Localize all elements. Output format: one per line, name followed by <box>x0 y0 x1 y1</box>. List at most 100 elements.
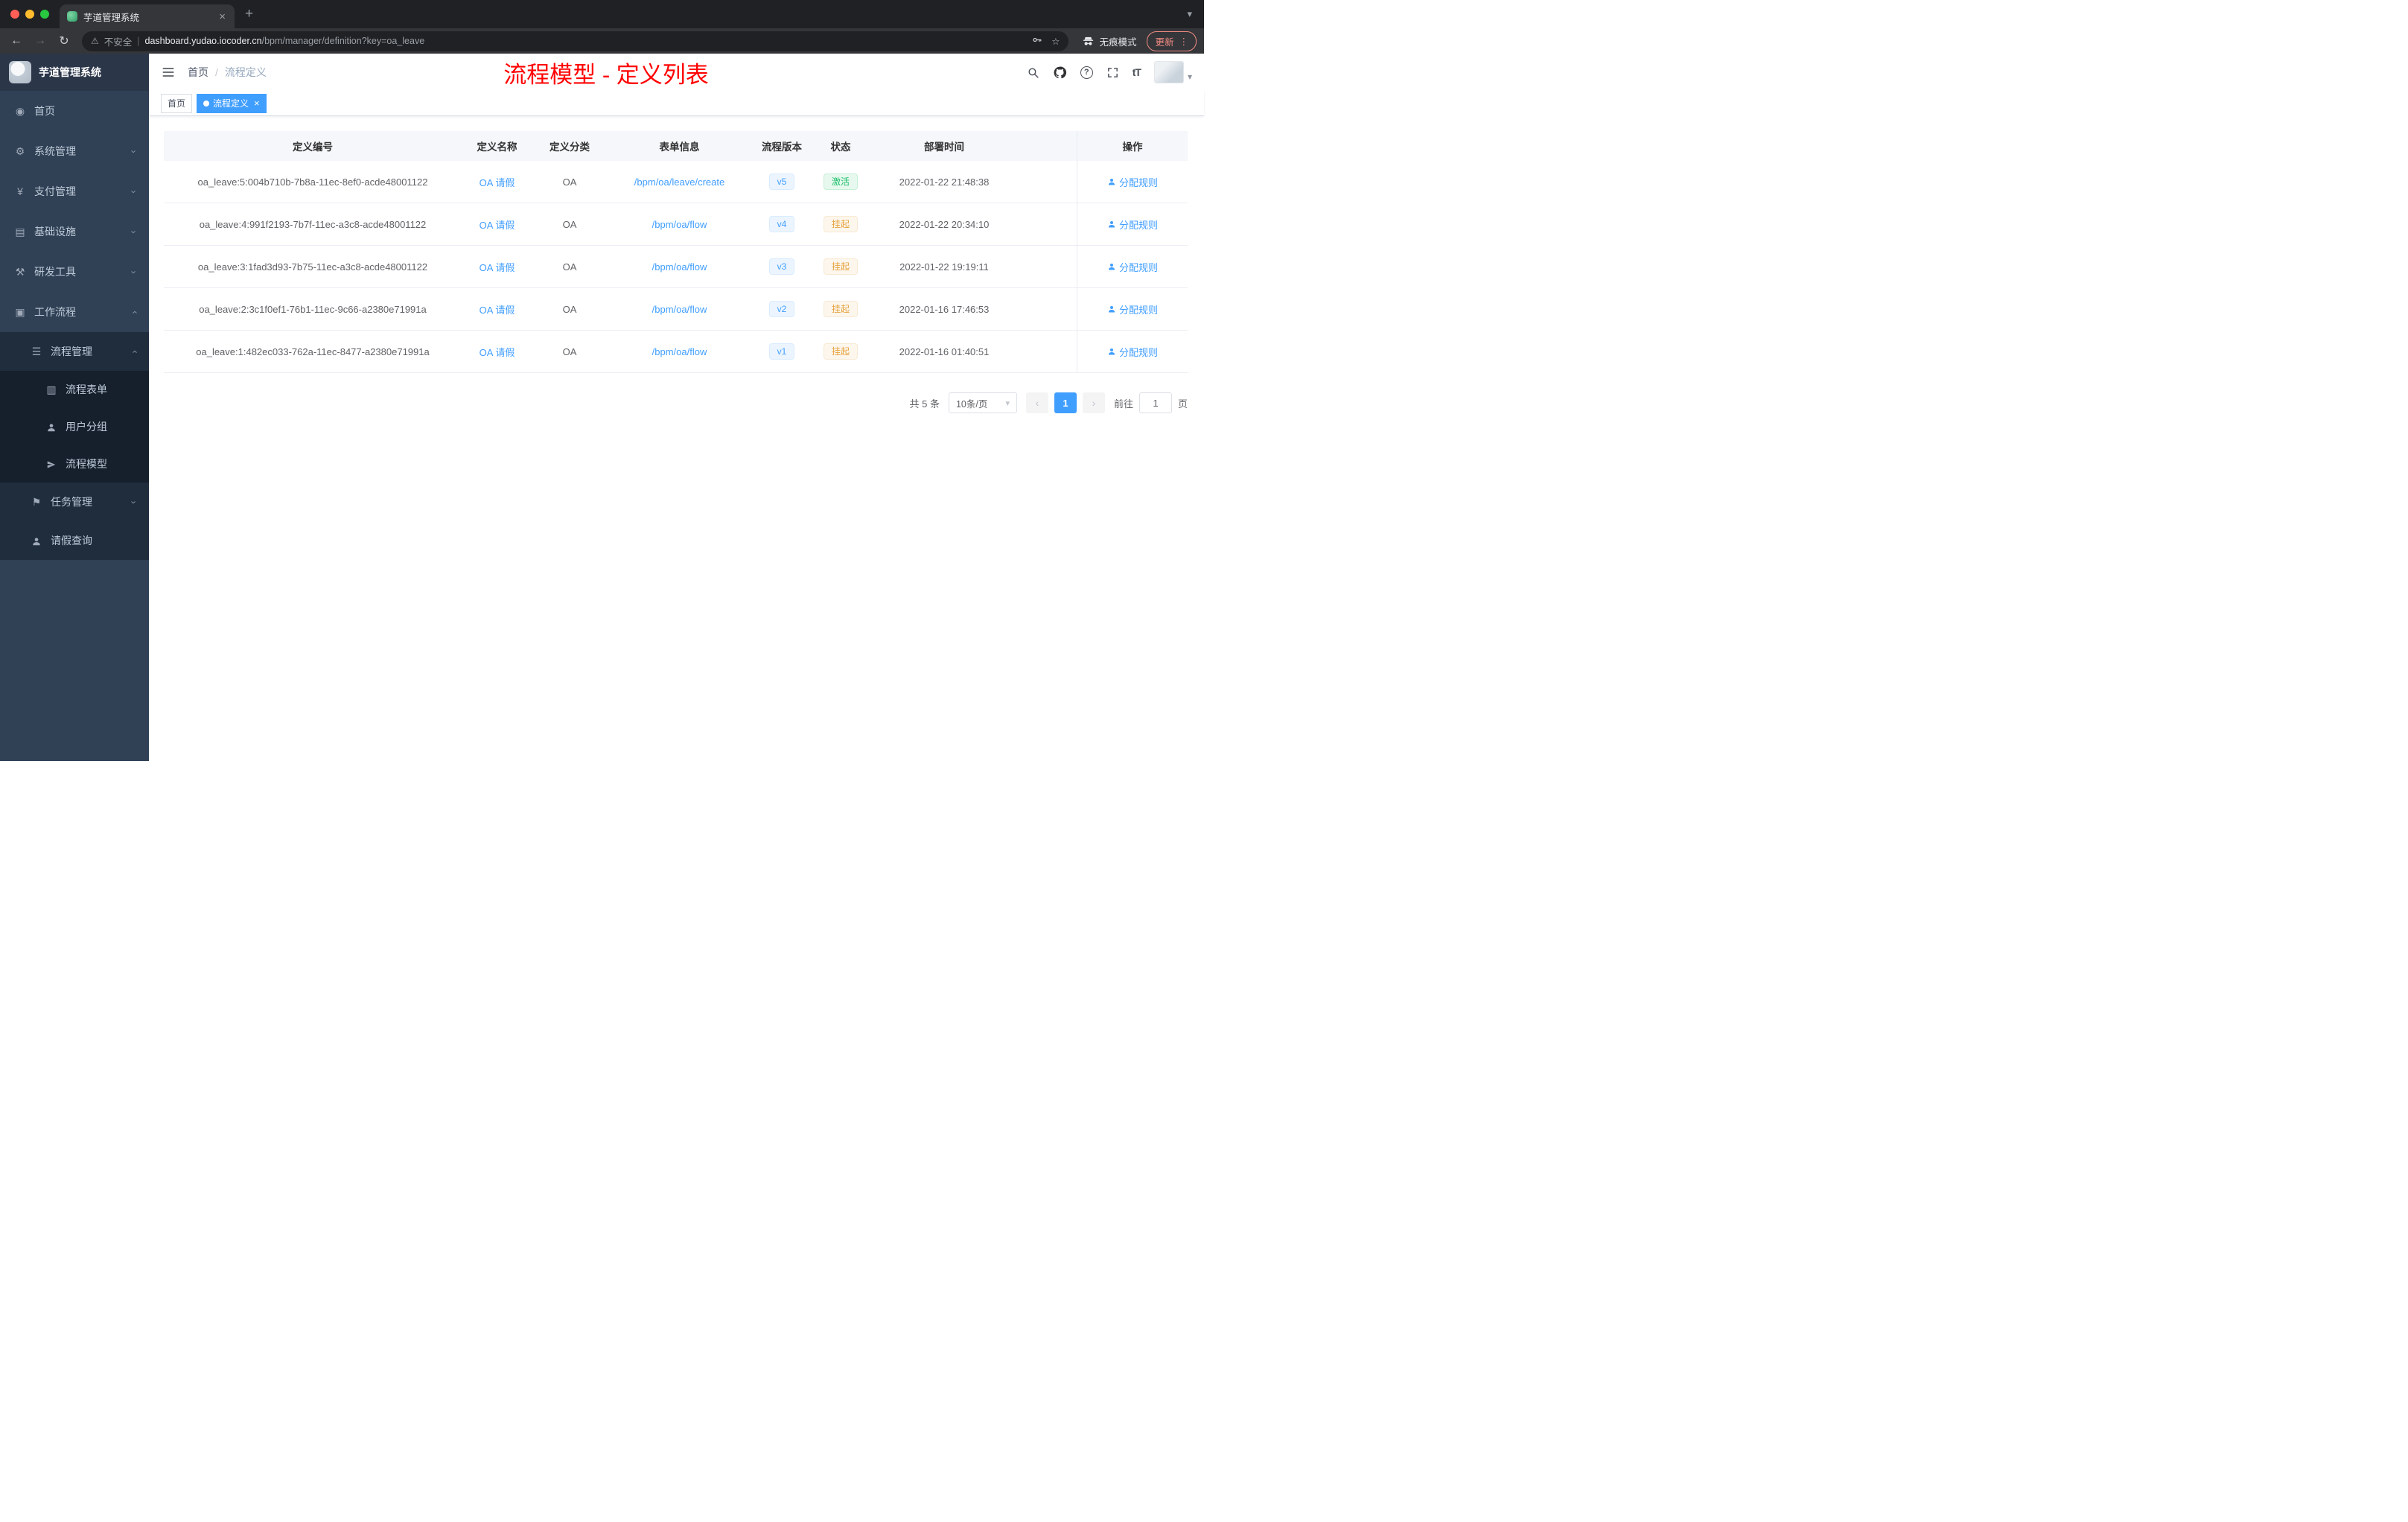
sidebar-item-process-management[interactable]: ☰ 流程管理 › <box>0 332 149 371</box>
assign-rule-label: 分配规则 <box>1118 176 1158 188</box>
window-close-button[interactable] <box>10 10 19 19</box>
sidebar-item-dev-tools[interactable]: ⚒ 研发工具 › <box>0 252 149 292</box>
chevron-down-icon: › <box>128 500 140 504</box>
app-logo: 芋道管理系统 <box>0 54 149 91</box>
definition-name-link[interactable]: OA 请假 <box>480 262 515 273</box>
tag-process-definition[interactable]: 流程定义 × <box>197 93 267 113</box>
browser-tab[interactable]: 芋道管理系统 × <box>60 4 235 28</box>
breadcrumb-home[interactable]: 首页 <box>188 65 208 80</box>
tag-home[interactable]: 首页 <box>161 93 193 113</box>
definition-name-link[interactable]: OA 请假 <box>480 305 515 316</box>
fullscreen-icon[interactable] <box>1106 66 1119 79</box>
definition-name-link[interactable]: OA 请假 <box>480 347 515 358</box>
table-row: oa_leave:4:991f2193-7b7f-11ec-a3c8-acde4… <box>164 203 1188 246</box>
sidebar-item-process-model[interactable]: 流程模型 <box>0 445 149 483</box>
dashboard-icon: ◉ <box>15 104 25 117</box>
breadcrumb-current: 流程定义 <box>224 66 267 78</box>
form-link[interactable]: /bpm/oa/flow <box>652 219 707 230</box>
caret-down-icon[interactable]: ▾ <box>1188 71 1192 83</box>
chevron-down-icon: › <box>128 270 140 274</box>
address-bar[interactable]: ⚠ 不安全 | dashboard.yudao.iocoder.cn/bpm/m… <box>82 31 1069 51</box>
sidebar-item-user-group[interactable]: 用户分组 <box>0 408 149 445</box>
forward-button[interactable]: → <box>31 34 49 48</box>
window-zoom-button[interactable] <box>40 10 49 19</box>
sidebar-item-task-management[interactable]: ⚑ 任务管理 › <box>0 483 149 521</box>
assign-rule-link[interactable]: 分配规则 <box>1107 302 1158 316</box>
cell-deploy-time: 2022-01-22 20:34:10 <box>899 218 990 230</box>
incognito-badge: 无痕模式 <box>1082 34 1136 48</box>
font-size-icon[interactable]: tT <box>1133 66 1141 78</box>
tools-icon: ⚒ <box>15 265 25 278</box>
current-page-button[interactable]: 1 <box>1054 392 1077 413</box>
sidebar-item-label: 工作流程 <box>34 306 76 318</box>
help-icon[interactable]: ? <box>1080 66 1093 79</box>
assign-rule-link[interactable]: 分配规则 <box>1107 345 1158 359</box>
next-page-button[interactable]: › <box>1082 392 1105 413</box>
search-icon[interactable] <box>1027 66 1039 79</box>
page-size-select[interactable]: 10条/页 ▾ <box>948 392 1017 413</box>
sidebar-item-label: 研发工具 <box>34 266 76 278</box>
sidebar-item-leave-query[interactable]: 请假查询 <box>0 521 149 560</box>
page-unit-label: 页 <box>1177 398 1188 410</box>
back-button[interactable]: ← <box>7 34 25 48</box>
page-annotation: 流程模型 - 定义列表 <box>503 61 709 88</box>
window-controls <box>0 10 60 19</box>
chevron-down-icon: › <box>128 149 140 153</box>
sidebar-item-payment-management[interactable]: ¥ 支付管理 › <box>0 171 149 211</box>
assign-rule-label: 分配规则 <box>1118 219 1158 231</box>
avatar[interactable] <box>1153 61 1184 83</box>
assign-rule-link[interactable]: 分配规则 <box>1107 175 1158 189</box>
new-tab-button[interactable]: + <box>245 6 253 22</box>
key-icon[interactable] <box>1031 34 1042 48</box>
breadcrumb: 首页 / 流程定义 <box>188 65 267 80</box>
sidebar-item-process-form[interactable]: ▥ 流程表单 <box>0 371 149 408</box>
sidebar-item-system-management[interactable]: ⚙ 系统管理 › <box>0 131 149 171</box>
window-minimize-button[interactable] <box>25 10 34 19</box>
assign-rule-label: 分配规则 <box>1118 261 1158 273</box>
tag-close-icon[interactable]: × <box>254 98 260 109</box>
url-path: /bpm/manager/definition?key=oa_leave <box>261 36 425 46</box>
sidebar: 芋道管理系统 ◉ 首页 ⚙ 系统管理 › ¥ 支付管理 › ▤ 基础设施 › ⚒… <box>0 54 149 761</box>
goto-page-input[interactable] <box>1138 392 1172 413</box>
cell-definition-id: oa_leave:5:004b710b-7b8a-11ec-8ef0-acde4… <box>197 176 428 188</box>
bookmark-star-icon[interactable]: ☆ <box>1051 36 1060 47</box>
form-link[interactable]: /bpm/oa/flow <box>652 261 707 273</box>
cell-category: OA <box>562 176 577 188</box>
form-link[interactable]: /bpm/oa/flow <box>652 304 707 315</box>
prev-page-button[interactable]: ‹ <box>1025 392 1048 413</box>
status-badge: 挂起 <box>823 258 858 275</box>
form-link[interactable]: /bpm/oa/leave/create <box>634 176 724 188</box>
assign-rule-link[interactable]: 分配规则 <box>1107 260 1158 274</box>
person-icon <box>1108 221 1115 228</box>
sidebar-item-workflow[interactable]: ▣ 工作流程 › <box>0 292 149 332</box>
user-menu[interactable]: ▾ <box>1153 61 1192 83</box>
definition-name-link[interactable]: OA 请假 <box>480 220 515 231</box>
reload-button[interactable]: ↻ <box>55 34 73 48</box>
tab-close-icon[interactable]: × <box>217 10 227 23</box>
status-badge: 挂起 <box>823 216 858 232</box>
form-link[interactable]: /bpm/oa/flow <box>652 346 707 357</box>
assign-rule-link[interactable]: 分配规则 <box>1107 217 1158 232</box>
column-header: 定义编号 <box>293 141 333 153</box>
page-content: 定义编号 定义名称 定义分类 表单信息 流程版本 状态 部署时间 操作 oa_l… <box>149 116 1204 761</box>
sidebar-item-label: 首页 <box>34 105 55 117</box>
cell-definition-id: oa_leave:3:1fad3d93-7b75-11ec-a3c8-acde4… <box>197 261 428 273</box>
update-button[interactable]: 更新 ⋮ <box>1147 31 1197 51</box>
sidebar-toggle-icon[interactable] <box>161 65 176 80</box>
definition-name-link[interactable]: OA 请假 <box>480 177 515 188</box>
tab-search-icon[interactable]: ▾ <box>1187 8 1192 20</box>
chevron-down-icon: › <box>128 229 140 234</box>
cell-definition-id: oa_leave:4:991f2193-7b7f-11ec-a3c8-acde4… <box>199 218 427 230</box>
sidebar-item-infrastructure[interactable]: ▤ 基础设施 › <box>0 211 149 252</box>
users-icon <box>45 421 58 433</box>
version-badge: v5 <box>768 173 795 190</box>
security-label[interactable]: 不安全 <box>104 34 133 48</box>
caret-down-icon: ▾ <box>1005 398 1010 408</box>
sidebar-item-home[interactable]: ◉ 首页 <box>0 91 149 131</box>
server-icon: ▤ <box>15 225 25 238</box>
more-menu-icon[interactable]: ⋮ <box>1179 36 1189 47</box>
incognito-icon <box>1083 36 1094 45</box>
github-icon[interactable] <box>1053 66 1067 80</box>
person-icon <box>1108 348 1115 355</box>
app-navbar: 首页 / 流程定义 流程模型 - 定义列表 ? tT ▾ <box>149 54 1204 91</box>
